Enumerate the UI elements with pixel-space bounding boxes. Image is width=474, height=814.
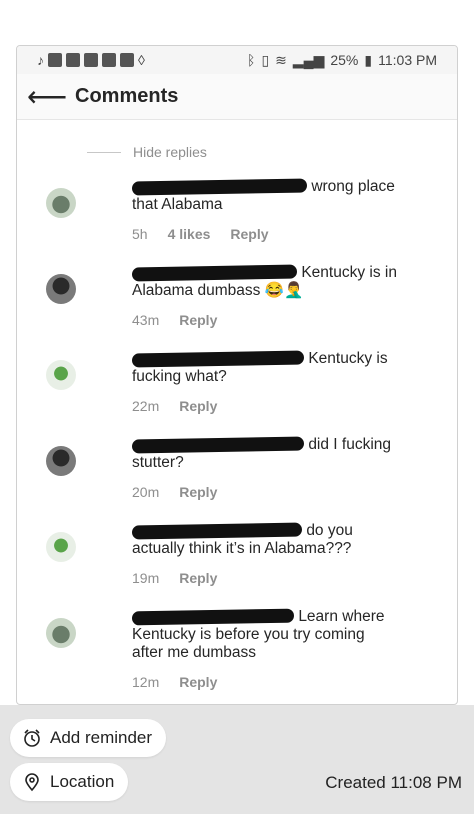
status-time: 11:03 PM: [378, 52, 437, 68]
reply-button[interactable]: Reply: [230, 226, 268, 242]
reply-button[interactable]: Reply: [179, 398, 217, 414]
redacted-username: [131, 608, 295, 626]
bluetooth-icon: ᛒ: [247, 52, 256, 68]
comment-text: that Alabama: [132, 196, 223, 213]
add-reminder-button[interactable]: Add reminder: [10, 719, 167, 757]
comment-text: Kentucky is before you try coming: [132, 626, 365, 643]
comment-text: Alabama dumbass 😂🤦‍♂️: [132, 282, 304, 299]
comment-text: Kentucky is: [308, 350, 388, 367]
battery-percent: 25%: [330, 52, 359, 68]
comment-text: fucking what?: [132, 368, 227, 385]
redacted-username: [131, 522, 303, 540]
battery-icon: ▮: [364, 51, 373, 68]
comment-likes[interactable]: 4 likes: [168, 226, 211, 242]
status-bar: ♪ ◊ ᛒ ▯ ≋ ▂▄▆ 25% ▮ 11:03 PM: [17, 46, 457, 74]
created-timestamp: Created 11:08 PM: [325, 773, 462, 792]
signal-icon: ▂▄▆: [292, 51, 325, 68]
comment-time: 19m: [132, 570, 160, 586]
comment-text: stutter?: [132, 454, 184, 471]
add-reminder-label: Add reminder: [50, 728, 153, 747]
memo-bottom-bar: Add reminder Location Created 11:08 PM: [0, 705, 474, 814]
comment-text: did I fucking: [308, 436, 392, 453]
avatar[interactable]: [46, 618, 76, 648]
comment-time: 22m: [132, 398, 160, 414]
comment-meta: 22m Reply: [132, 398, 449, 414]
comment-item: Kentucky is in Alabama dumbass 😂🤦‍♂️ 43m…: [46, 264, 449, 328]
comment-meta: 19m Reply: [132, 570, 449, 586]
hide-replies-label: Hide replies: [133, 144, 207, 160]
app-icon: [66, 53, 80, 67]
avatar[interactable]: [46, 188, 76, 218]
comment-meta: 5h 4 likes Reply: [132, 226, 449, 242]
comment-text: wrong place: [311, 178, 395, 195]
reply-button[interactable]: Reply: [179, 570, 217, 586]
avatar[interactable]: [46, 360, 76, 390]
instagram-screenshot: ♪ ◊ ᛒ ▯ ≋ ▂▄▆ 25% ▮ 11:03 PM ⟵ Comments …: [16, 45, 458, 705]
hide-replies-button[interactable]: Hide replies: [87, 144, 457, 160]
comment-text: do you: [306, 522, 353, 539]
avatar[interactable]: [46, 446, 76, 476]
avatar[interactable]: [46, 532, 76, 562]
comment-item: wrong place that Alabama 5h 4 likes Repl…: [46, 178, 449, 242]
reply-button[interactable]: Reply: [179, 484, 217, 500]
wifi-icon: ≋: [275, 51, 287, 68]
comment-text: Kentucky is in: [301, 264, 397, 281]
notification-icons: ♪ ◊: [37, 52, 247, 68]
comments-header: ⟵ Comments: [17, 74, 457, 120]
comment-time: 12m: [132, 674, 160, 690]
location-label: Location: [50, 772, 115, 791]
back-arrow-icon[interactable]: ⟵: [27, 82, 75, 111]
location-button[interactable]: Location: [10, 763, 129, 801]
comment-item: Learn where Kentucky is before you try c…: [46, 608, 449, 690]
vibrate-icon: ▯: [261, 51, 270, 68]
comment-meta: 12m Reply: [132, 674, 449, 690]
tiktok-icon: ♪: [37, 52, 44, 68]
page-title: Comments: [75, 85, 179, 107]
divider: [87, 151, 121, 153]
redacted-username: [131, 264, 298, 282]
comment-meta: 43m Reply: [132, 312, 449, 328]
reply-button[interactable]: Reply: [179, 312, 217, 328]
comment-time: 20m: [132, 484, 160, 500]
comment-item: Kentucky is fucking what? 22m Reply ♡: [46, 350, 449, 414]
avatar[interactable]: [46, 274, 76, 304]
comment-time: 43m: [132, 312, 160, 328]
comment-item: did I fucking stutter? 20m Reply ♡: [46, 436, 449, 500]
app-icon: [120, 53, 134, 67]
comment-meta: 20m Reply: [132, 484, 449, 500]
reply-button[interactable]: Reply: [179, 674, 217, 690]
location-pin-icon: [25, 773, 39, 792]
app-icon: [48, 53, 62, 67]
app-icon: [84, 53, 98, 67]
redacted-username: [131, 178, 308, 196]
comment-text: after me dumbass: [132, 644, 257, 661]
comment-text: Learn where: [298, 608, 385, 625]
alarm-clock-icon: [24, 729, 40, 747]
redacted-username: [131, 436, 305, 454]
shield-icon: ◊: [138, 52, 145, 68]
redacted-username: [131, 350, 305, 368]
comment-item: do you actually think it’s in Alabama???…: [46, 522, 449, 586]
app-icon: [102, 53, 116, 67]
comment-time: 5h: [132, 226, 148, 242]
comment-text: actually think it’s in Alabama???: [132, 540, 352, 557]
